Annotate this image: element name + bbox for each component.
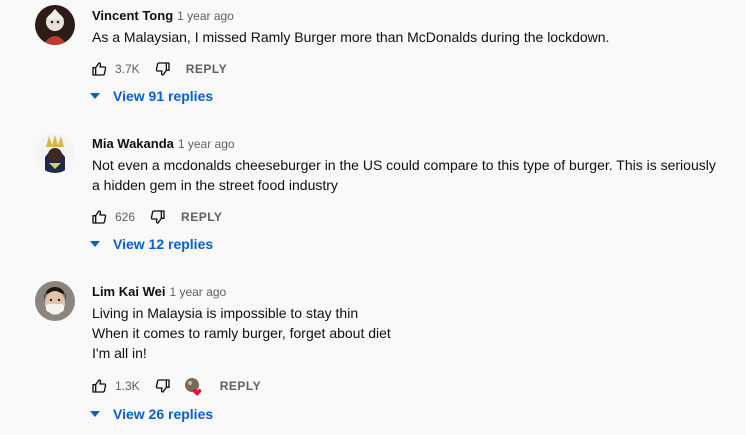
like-button[interactable] [90,377,108,395]
comment-line: I'm all in! [92,345,147,361]
avatar-vincent-icon [35,5,75,45]
thumbs-up-icon [92,379,107,393]
comment-line: Not even a mcdonalds cheeseburger in the… [92,157,716,173]
comment-author[interactable]: Mia Wakanda 1 year ago [92,136,235,151]
like-count: 626 [115,210,136,224]
reply-button[interactable]: REPLY [186,62,227,76]
thumbs-up-icon [92,210,107,224]
author-name[interactable]: Vincent Tong [92,8,173,23]
comment-text: As a Malaysian, I missed Ramly Burger mo… [92,27,726,47]
like-button[interactable] [90,208,108,226]
avatar-lim-icon [35,281,75,321]
creator-heart-badge [184,377,202,396]
thumbs-down-icon [155,62,170,76]
reply-button[interactable]: REPLY [181,210,222,224]
reply-button[interactable]: REPLY [220,379,261,393]
comment-author[interactable]: Vincent Tong 1 year ago [92,8,234,23]
view-replies-label: View 26 replies [113,406,214,422]
comment-timestamp[interactable]: 1 year ago [178,137,235,151]
author-name[interactable]: Mia Wakanda [92,136,174,151]
comment-text: Not even a mcdonalds cheeseburger in the… [92,155,726,195]
comment-timestamp[interactable]: 1 year ago [177,9,234,23]
like-count: 1.3K [115,379,140,393]
author-name[interactable]: Lim Kai Wei [92,284,165,299]
view-replies-label: View 91 replies [113,88,214,104]
comment-text: Living in Malaysia is impossible to stay… [92,303,726,363]
avatar[interactable] [35,5,75,45]
comment-line: Living in Malaysia is impossible to stay… [92,305,359,321]
dislike-button[interactable] [149,208,167,226]
comment-actions: 626 REPLY [90,205,222,229]
dislike-button[interactable] [154,377,172,395]
avatar-mia-icon [35,133,75,173]
chevron-down-icon [90,240,100,248]
like-count: 3.7K [115,62,140,76]
chevron-down-icon [90,410,100,418]
avatar[interactable] [35,133,75,173]
thumbs-up-icon [92,62,107,76]
dislike-button[interactable] [154,60,172,78]
thumbs-down-icon [155,379,170,393]
comment-actions: 1.3K REPLY [90,374,261,398]
view-replies-button[interactable]: View 26 replies [90,406,213,422]
view-replies-button[interactable]: View 12 replies [90,236,213,252]
comment-line: As a Malaysian, I missed Ramly Burger mo… [92,29,610,45]
chevron-down-icon [90,92,100,100]
like-button[interactable] [90,60,108,78]
comment-line: a hidden gem in the street food industry [92,177,338,193]
comment-author[interactable]: Lim Kai Wei 1 year ago [92,284,226,299]
view-replies-label: View 12 replies [113,236,214,252]
view-replies-button[interactable]: View 91 replies [90,88,213,104]
creator-heart-icon [184,378,202,396]
thumbs-down-icon [150,210,165,224]
comment-line: When it comes to ramly burger, forget ab… [92,325,391,341]
comment-actions: 3.7K REPLY [90,57,227,81]
comment-timestamp[interactable]: 1 year ago [169,285,226,299]
avatar[interactable] [35,281,75,321]
